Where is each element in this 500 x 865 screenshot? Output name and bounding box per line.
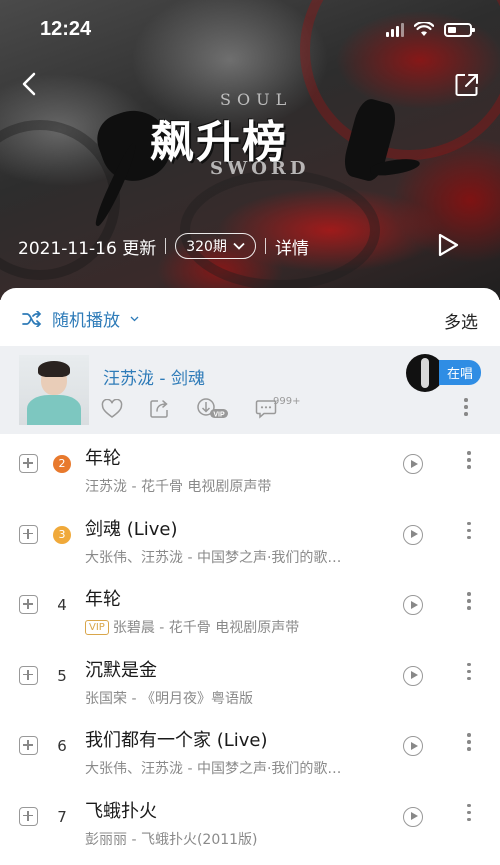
comment-action[interactable]: 999+	[255, 395, 304, 419]
now-playing-title: 汪苏泷 - 剑魂	[103, 369, 205, 389]
song-title: 飞蛾扑火	[85, 800, 157, 822]
logo-sword-text: SWORD	[210, 158, 310, 179]
shuffle-icon	[22, 310, 42, 327]
add-to-playlist-icon[interactable]	[19, 595, 38, 614]
add-to-playlist-icon[interactable]	[19, 665, 38, 685]
vip-badge: VIP	[85, 619, 109, 635]
more-options-icon[interactable]	[464, 398, 468, 419]
more-options-icon[interactable]	[467, 662, 471, 683]
song-row[interactable]: 3 剑魂 (Live) 大张伟、汪苏泷 - 中国梦之声·我们的歌…	[0, 505, 500, 576]
shuffle-play-button[interactable]: 随机播放	[22, 306, 139, 331]
add-to-playlist-icon[interactable]	[19, 454, 38, 473]
chevron-down-icon	[130, 316, 139, 321]
song-row[interactable]: 2 年轮 汪苏泷 - 花千骨 电视剧原声带	[0, 434, 500, 505]
issue-info-row: 2021-11-16 更新 320期 详情	[18, 232, 309, 260]
song-artist-album: 汪苏泷 - 花千骨 电视剧原声带	[85, 479, 272, 495]
status-time: 12:24	[40, 18, 92, 40]
play-icon[interactable]	[403, 524, 423, 545]
update-date: 2021-11-16 更新	[18, 238, 157, 259]
song-row[interactable]: 7 飞蛾扑火 彭丽丽 - 飞蛾扑火(2011版)	[0, 787, 500, 858]
song-title: 剑魂 (Live)	[85, 518, 178, 540]
more-options-icon[interactable]	[467, 451, 471, 471]
song-list-sheet: 随机播放 多选 汪苏泷 - 剑魂 VIP 999+ 在唱 2 年轮 汪苏泷 - …	[0, 288, 500, 865]
list-toolbar: 随机播放 多选	[0, 288, 500, 346]
status-icons	[386, 22, 475, 37]
share-icon[interactable]	[454, 72, 480, 98]
details-link[interactable]: 详情	[275, 234, 309, 259]
play-all-icon[interactable]	[436, 232, 460, 258]
rank-number: 5	[57, 666, 67, 685]
rank-number: 7	[57, 807, 67, 826]
song-row[interactable]: 5 沉默是金 张国荣 - 《明月夜》粤语版	[0, 646, 500, 717]
comment-count: 999+	[273, 395, 301, 407]
singing-badge[interactable]: 在唱	[439, 360, 482, 385]
song-artist-album: 张碧晨 - 花千骨 电视剧原声带	[112, 620, 300, 636]
song-artist-album: 张国荣 - 《明月夜》粤语版	[85, 690, 253, 707]
share-icon[interactable]	[149, 399, 171, 419]
rank-number: 6	[57, 737, 67, 755]
multi-select-button[interactable]: 多选	[444, 308, 478, 333]
heart-icon[interactable]	[101, 399, 123, 419]
issue-selector[interactable]: 320期	[175, 233, 256, 259]
song-row[interactable]: 4 年轮 VIP 张碧晨 - 花千骨 电视剧原声带	[0, 575, 500, 646]
song-artist-album: 大张伟、汪苏泷 - 中国梦之声·我们的歌…	[85, 761, 342, 777]
more-options-icon[interactable]	[467, 733, 471, 753]
issue-number: 320期	[186, 239, 227, 255]
song-artist-album: 大张伟、汪苏泷 - 中国梦之声·我们的歌…	[85, 549, 342, 566]
more-options-icon[interactable]	[467, 521, 471, 542]
vip-download-icon[interactable]: VIP	[197, 398, 229, 420]
play-icon[interactable]	[403, 595, 423, 615]
more-options-icon[interactable]	[467, 803, 471, 824]
play-icon[interactable]	[403, 454, 423, 474]
play-icon[interactable]	[403, 736, 423, 756]
song-subtitle: VIP 张碧晨 - 花千骨 电视剧原声带	[85, 617, 299, 637]
add-to-playlist-icon[interactable]	[19, 736, 38, 755]
song-subtitle: 彭丽丽 - 飞蛾扑火(2011版)	[85, 829, 258, 849]
play-icon[interactable]	[403, 665, 423, 686]
play-icon[interactable]	[403, 806, 423, 827]
rank-number: 4	[57, 596, 67, 614]
song-title: 我们都有一个家 (Live)	[85, 730, 268, 751]
now-playing-actions: VIP 999+	[101, 395, 304, 420]
more-options-icon[interactable]	[467, 592, 471, 612]
add-to-playlist-icon[interactable]	[19, 524, 38, 544]
status-bar: 12:24	[0, 0, 500, 60]
album-cover	[19, 355, 89, 425]
battery-icon	[444, 22, 475, 37]
song-title: 沉默是金	[85, 659, 157, 681]
song-subtitle: 大张伟、汪苏泷 - 中国梦之声·我们的歌…	[85, 758, 341, 778]
wifi-icon	[414, 22, 434, 36]
song-list: 2 年轮 汪苏泷 - 花千骨 电视剧原声带 3 剑魂 (Live) 大张伟、汪苏…	[0, 434, 500, 857]
cellular-signal-icon	[386, 22, 404, 37]
song-subtitle: 大张伟、汪苏泷 - 中国梦之声·我们的歌…	[85, 547, 341, 567]
divider	[264, 238, 266, 254]
back-arrow-icon[interactable]	[18, 70, 42, 98]
song-subtitle: 汪苏泷 - 花千骨 电视剧原声带	[85, 476, 271, 496]
rank-badge: 3	[53, 525, 71, 544]
svg-text:VIP: VIP	[213, 411, 225, 418]
add-to-playlist-icon[interactable]	[19, 806, 38, 826]
song-subtitle: 张国荣 - 《明月夜》粤语版	[85, 688, 253, 708]
song-row[interactable]: 6 我们都有一个家 (Live) 大张伟、汪苏泷 - 中国梦之声·我们的歌…	[0, 716, 500, 787]
shuffle-label: 随机播放	[52, 311, 120, 331]
chart-header-banner: 12:24 SOUL 飙升榜 SWORD 2021-11-16 更新 320期 …	[0, 0, 500, 300]
chevron-down-icon	[233, 242, 245, 250]
song-artist-album: 彭丽丽 - 飞蛾扑火(2011版)	[85, 831, 258, 848]
rank-badge: 2	[53, 455, 71, 473]
song-title: 年轮	[85, 448, 121, 469]
song-title: 年轮	[85, 589, 121, 610]
divider	[165, 238, 167, 254]
